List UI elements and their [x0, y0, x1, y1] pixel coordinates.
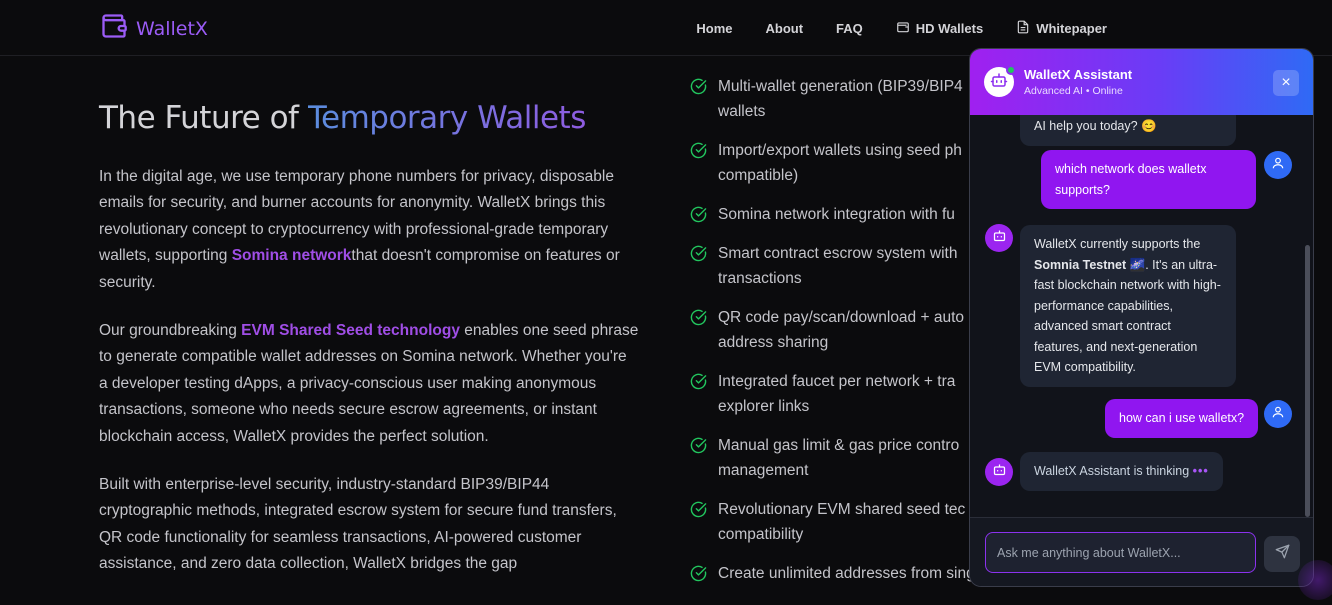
brand-logo[interactable]: WalletX [100, 12, 208, 45]
nav-faq[interactable]: FAQ [836, 21, 863, 36]
close-icon: × [1281, 74, 1291, 91]
feature-item: QR code pay/scan/download + auto address… [690, 305, 980, 355]
bot-message-text-end: . It's an ultra-fast blockchain network … [1034, 257, 1221, 375]
title-plain: The Future of [99, 100, 308, 136]
document-icon [1016, 20, 1030, 37]
feature-text: Create unlimited addresses from sing [718, 565, 975, 582]
nav-about[interactable]: About [766, 21, 804, 36]
chat-scrollbar[interactable] [1305, 115, 1310, 517]
chat-subtitle: Advanced AI • Online [1024, 85, 1123, 97]
bot-avatar [985, 224, 1013, 252]
feature-item: Integrated faucet per network + tra expl… [690, 369, 980, 419]
user-icon [1271, 405, 1285, 424]
nav-about-label: About [765, 21, 804, 36]
feature-text: Integrated faucet per network + tra expl… [718, 373, 956, 415]
title-highlight: Temporary Wallets [307, 100, 587, 136]
p2-text-end: enables one seed phrase to generate comp… [99, 322, 639, 445]
robot-icon [992, 462, 1007, 482]
check-circle-icon [690, 245, 707, 262]
chat-title: WalletX Assistant [1024, 67, 1133, 82]
wallet-icon [100, 12, 128, 45]
page-title: The Future of Temporary Wallets [99, 100, 639, 136]
feature-item: Create unlimited addresses from sing [690, 561, 980, 586]
intro-paragraph: In the digital age, we use temporary pho… [99, 164, 639, 296]
check-circle-icon [690, 501, 707, 518]
feature-text: Multi-wallet generation (BIP39/BIP4 wall… [718, 78, 963, 120]
robot-icon [990, 71, 1008, 94]
feature-text: QR code pay/scan/download + auto address… [718, 309, 965, 351]
scrollbar-thumb[interactable] [1305, 245, 1310, 517]
somina-network-highlight: Somina network [231, 247, 352, 265]
user-avatar [1264, 400, 1292, 428]
security-paragraph: Built with enterprise-level security, in… [99, 476, 617, 573]
bot-message-emoji: 🌌 [1126, 257, 1146, 272]
nav-hd-wallets[interactable]: HD Wallets [896, 20, 983, 37]
brand-name: WalletX [136, 17, 208, 40]
user-message: which network does walletx supports? [1041, 150, 1256, 209]
online-status-dot [1006, 65, 1016, 75]
typing-indicator: WalletX Assistant is thinking ••• [1020, 452, 1223, 491]
send-icon [1275, 544, 1290, 564]
feature-text: Somina network integration with fu [718, 206, 955, 223]
user-message: how can i use walletx? [1105, 399, 1259, 438]
bot-message: AI help you today? 😊 [1020, 115, 1236, 146]
chat-messages[interactable]: AI help you today? 😊 which network does … [970, 115, 1313, 517]
feature-text: Smart contract escrow system with transa… [718, 245, 958, 287]
robot-icon [992, 228, 1007, 248]
feature-list: Multi-wallet generation (BIP39/BIP4 wall… [690, 74, 980, 600]
feature-text: Manual gas limit & gas price contro mana… [718, 437, 960, 479]
nav-home-label: Home [696, 21, 733, 36]
evm-seed-highlight: EVM Shared Seed technology [241, 322, 460, 340]
check-circle-icon [690, 565, 707, 582]
feature-item: Manual gas limit & gas price contro mana… [690, 433, 980, 483]
bot-message: WalletX currently supports the Somnia Te… [1020, 225, 1236, 387]
nav-hd-wallets-label: HD Wallets [915, 21, 984, 36]
feature-item: Revolutionary EVM shared seed tec compat… [690, 497, 980, 547]
user-message-text: which network does walletx supports? [1055, 162, 1207, 197]
bot-avatar [985, 458, 1013, 486]
bot-message-text: WalletX currently supports the [1034, 237, 1201, 251]
somnia-testnet-text: Somnia Testnet [1034, 257, 1127, 272]
feature-item: Somina network integration with fu [690, 202, 980, 227]
check-circle-icon [690, 373, 707, 390]
feature-item: Import/export wallets using seed ph comp… [690, 138, 980, 188]
chat-input-area [970, 517, 1313, 586]
about-section: The Future of Temporary Wallets In the d… [99, 100, 639, 600]
check-circle-icon [690, 78, 707, 95]
send-button[interactable] [1264, 536, 1300, 572]
user-message-text: how can i use walletx? [1119, 411, 1245, 425]
wallet-icon [896, 20, 910, 37]
decorative-glow [1298, 560, 1332, 600]
nav-whitepaper-label: Whitepaper [1036, 21, 1107, 36]
bot-message-text: AI help you today? 😊 [1034, 119, 1157, 133]
check-circle-icon [690, 437, 707, 454]
check-circle-icon [690, 142, 707, 159]
user-icon [1271, 156, 1285, 175]
technology-paragraph: Our groundbreaking EVM Shared Seed techn… [99, 318, 639, 450]
nav-whitepaper[interactable]: Whitepaper [1016, 20, 1107, 37]
typing-text: WalletX Assistant is thinking [1034, 464, 1190, 478]
feature-text: Import/export wallets using seed ph comp… [718, 142, 962, 184]
assistant-avatar [984, 65, 1016, 97]
main-nav: Home About FAQ HD Wallets Whitepaper [696, 20, 1107, 37]
nav-faq-label: FAQ [836, 21, 863, 36]
feature-text: Revolutionary EVM shared seed tec compat… [718, 501, 966, 543]
chat-header: WalletX Assistant Advanced AI • Online × [970, 49, 1313, 115]
check-circle-icon [690, 206, 707, 223]
feature-item: Smart contract escrow system with transa… [690, 241, 980, 291]
p2-text: Our groundbreaking [99, 322, 242, 340]
feature-item: Multi-wallet generation (BIP39/BIP4 wall… [690, 74, 980, 124]
typing-dots: ••• [1192, 464, 1209, 478]
nav-home[interactable]: Home [696, 21, 732, 36]
chat-widget: WalletX Assistant Advanced AI • Online ×… [969, 48, 1314, 587]
check-circle-icon [690, 309, 707, 326]
close-chat-button[interactable]: × [1273, 70, 1299, 96]
user-avatar [1264, 151, 1292, 179]
chat-input[interactable] [985, 532, 1256, 573]
